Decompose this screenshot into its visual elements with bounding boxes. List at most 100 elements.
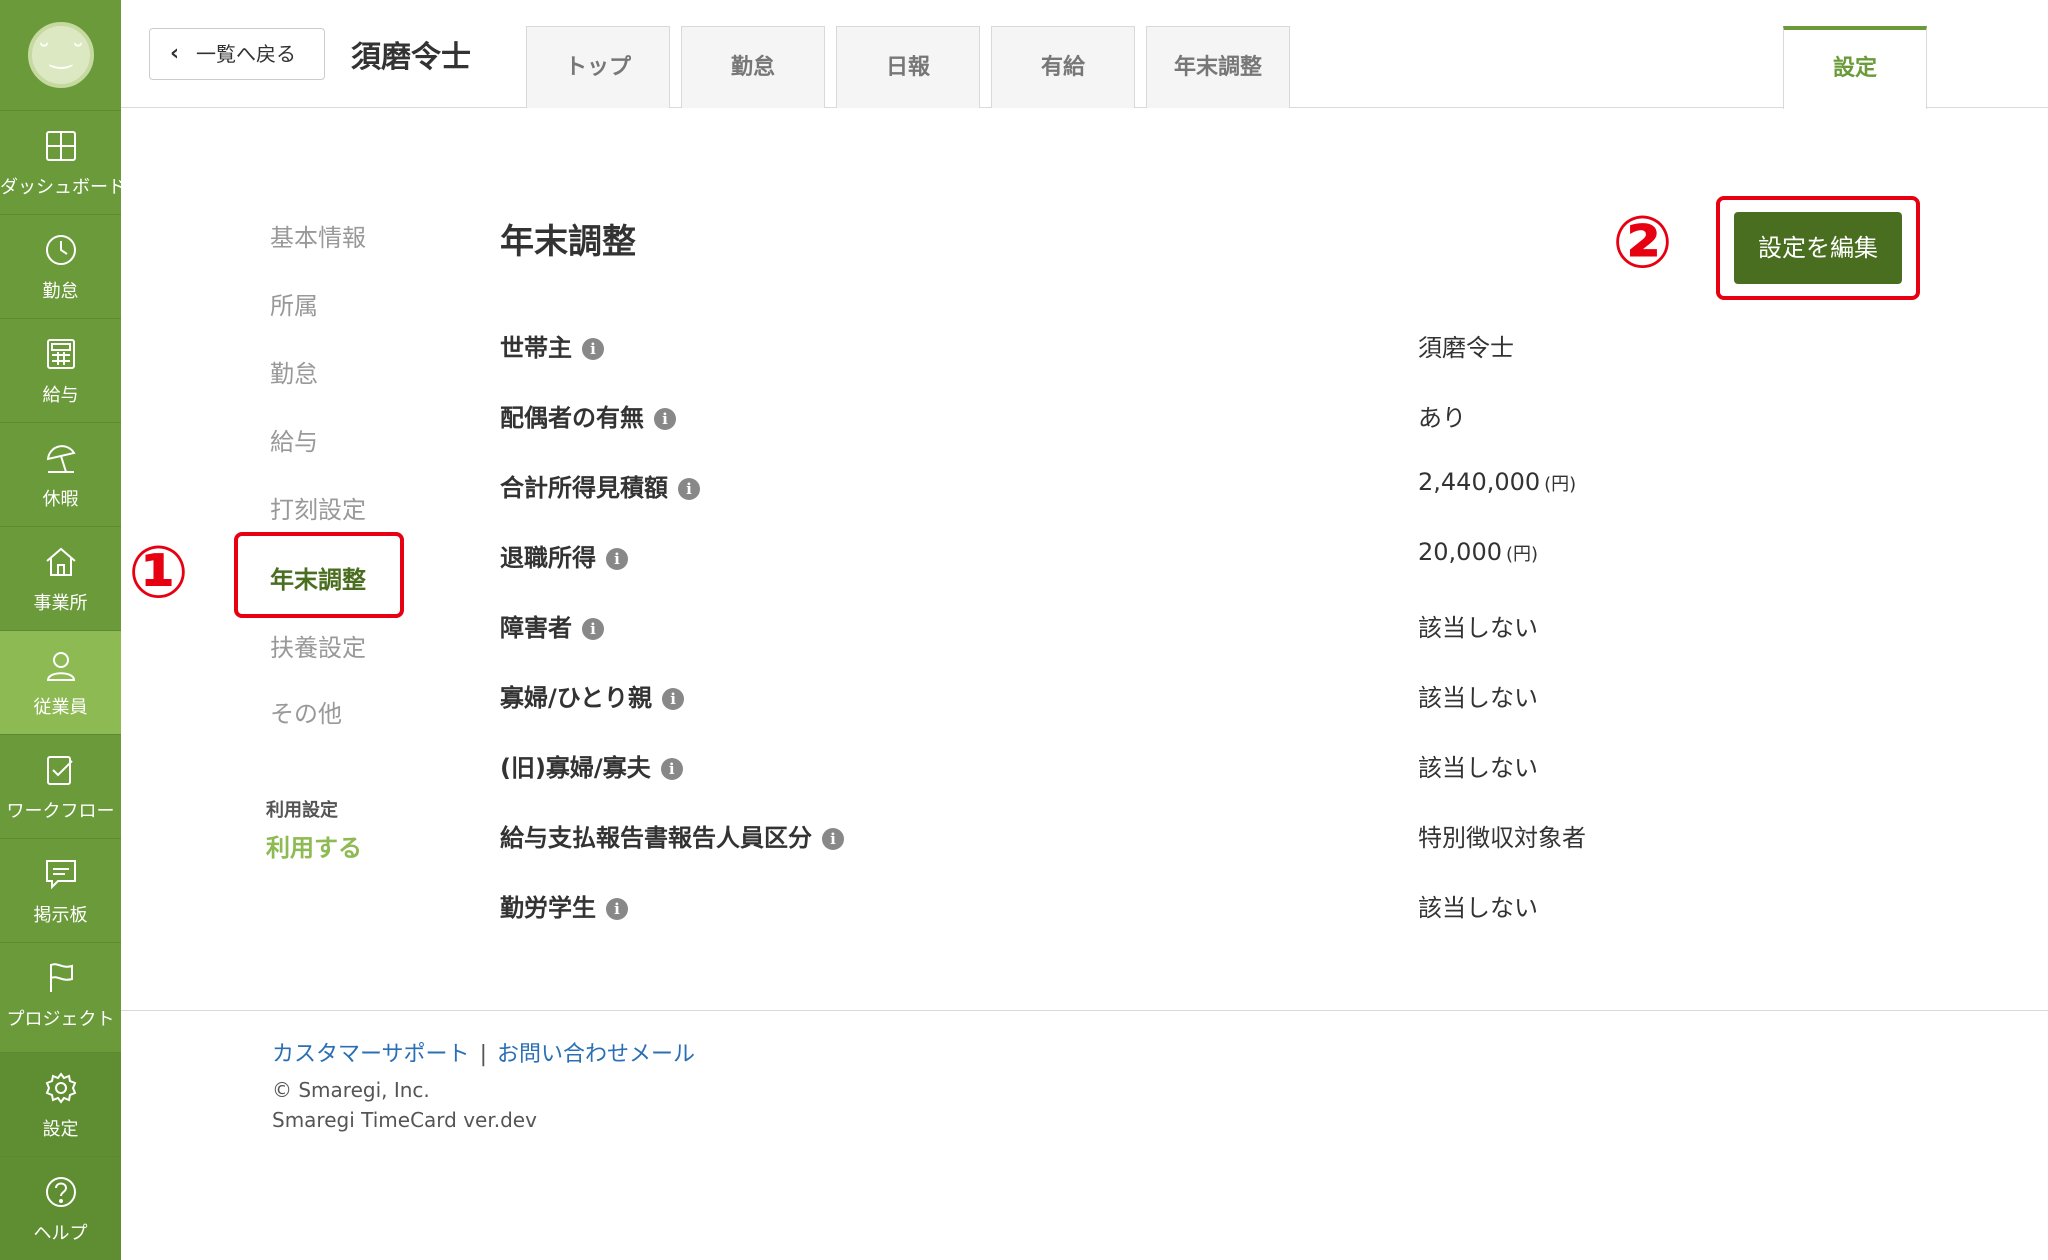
field-label-spouse: 配偶者の有無 i: [500, 398, 676, 433]
sidebar-item-label: 休暇: [42, 489, 79, 510]
currency-unit: (円): [1544, 474, 1577, 495]
row-label-text: (旧)寡婦/寡夫: [500, 754, 651, 782]
sidebar-item-office[interactable]: 事業所: [0, 526, 121, 630]
field-label-disability: 障害者 i: [500, 608, 604, 643]
field-value-widow-single-parent: 該当しない: [1418, 684, 1538, 712]
info-icon[interactable]: i: [606, 898, 628, 920]
sidebar-item-board[interactable]: 掲示板: [0, 838, 121, 942]
tab-attendance[interactable]: 勤怠: [681, 26, 825, 108]
sidebar-item-label: 従業員: [33, 697, 88, 718]
sidebar-item-label: 給与: [42, 385, 79, 406]
row-label-text: 合計所得見積額: [500, 474, 668, 502]
sidebar-item-label: 事業所: [33, 593, 88, 614]
calculator-icon: [47, 339, 75, 369]
app-version: Smaregi TimeCard ver.dev: [272, 1108, 537, 1132]
sidebar-item-leave[interactable]: 休暇: [0, 422, 121, 526]
contact-email-link[interactable]: お問い合わせメール: [497, 1042, 695, 1067]
sidebar-item-attendance[interactable]: 勤怠: [0, 214, 121, 318]
subnav-clock-settings[interactable]: 打刻設定: [270, 490, 366, 525]
subnav-basic-info[interactable]: 基本情報: [270, 218, 366, 253]
annotation-number-1: ①: [128, 530, 189, 614]
currency-unit: (円): [1505, 544, 1539, 565]
sidebar-item-label: プロジェクト: [6, 1009, 115, 1030]
sidebar-item-label: 勤怠: [42, 281, 79, 302]
field-value-old-widow: 該当しない: [1418, 754, 1538, 782]
subnav-payroll[interactable]: 給与: [270, 422, 318, 457]
field-value-spouse: あり: [1418, 404, 1466, 432]
clock-icon: [46, 235, 76, 265]
info-icon[interactable]: i: [582, 618, 604, 640]
sidebar-item-help[interactable]: ヘルプ: [0, 1156, 121, 1260]
footer-separator: |: [479, 1042, 487, 1067]
info-icon[interactable]: i: [660, 758, 683, 780]
field-label-report-category: 給与支払報告書報告人員区分 i: [500, 818, 844, 853]
back-button-label: 一覧へ戻る: [196, 42, 296, 66]
info-icon[interactable]: i: [654, 408, 676, 430]
edit-settings-button[interactable]: 設定を編集: [1734, 212, 1902, 284]
use-setting-label: 利用設定: [266, 800, 338, 821]
row-label-text: 障害者: [500, 614, 572, 642]
checklist-icon: [47, 756, 73, 785]
help-icon: [46, 1177, 76, 1207]
back-to-list-button[interactable]: ‹ 一覧へ戻る: [149, 28, 325, 80]
field-value-working-student: 該当しない: [1418, 894, 1538, 922]
sidebar-item-workflow[interactable]: ワークフロー: [0, 734, 121, 838]
beach-umbrella-icon: [46, 445, 76, 473]
header: ‹ 一覧へ戻る 須磨令士 トップ 勤怠 日報 有給 年末調整 設定: [121, 0, 2048, 109]
subnav-dependents[interactable]: 扶養設定: [270, 628, 366, 663]
row-label-text: 勤労学生: [500, 894, 596, 922]
subnav-affiliation[interactable]: 所属: [270, 286, 318, 321]
info-icon[interactable]: i: [662, 688, 685, 710]
field-value-estimated-income: 2,440,000 (円): [1418, 468, 1576, 496]
field-value-disability: 該当しない: [1418, 614, 1538, 642]
row-label-text: 寡婦/ひとり親: [500, 684, 653, 712]
tab-paid-leave[interactable]: 有給: [991, 26, 1135, 108]
field-label-estimated-income: 合計所得見積額 i: [500, 468, 700, 503]
row-label-text: 世帯主: [500, 334, 572, 362]
gear-icon: [45, 1072, 77, 1104]
app-logo[interactable]: ˘‿˘: [28, 22, 94, 88]
annotation-box-1: [234, 532, 404, 618]
sidebar: ˘‿˘ ダッシュボード 勤怠 給与 休暇 事業所 従業員 ワークフロー 掲示板 …: [0, 0, 126, 1260]
grid-icon: [46, 131, 76, 161]
page-title: 年末調整: [500, 222, 636, 262]
subnav-attendance[interactable]: 勤怠: [270, 354, 318, 389]
row-label-text: 配偶者の有無: [500, 404, 644, 432]
footer-links: カスタマーサポート | お問い合わせメール: [272, 1036, 695, 1068]
sidebar-item-project[interactable]: プロジェクト: [0, 942, 121, 1046]
field-value-head-of-household: 須磨令士: [1418, 334, 1514, 362]
sidebar-item-dashboard[interactable]: ダッシュボード: [0, 110, 126, 214]
employee-name: 須磨令士: [351, 40, 471, 75]
info-icon[interactable]: i: [582, 338, 604, 360]
field-value-report-category: 特別徴収対象者: [1418, 824, 1586, 852]
field-label-working-student: 勤労学生 i: [500, 888, 628, 923]
info-icon[interactable]: i: [606, 548, 628, 570]
row-label-text: 退職所得: [500, 544, 596, 572]
copyright: © Smaregi, Inc.: [272, 1078, 430, 1102]
sidebar-item-label: 設定: [42, 1119, 79, 1140]
row-label-text: 給与支払報告書報告人員区分: [500, 824, 812, 852]
sidebar-item-label: 掲示板: [33, 905, 88, 926]
customer-support-link[interactable]: カスタマーサポート: [272, 1042, 470, 1067]
tab-settings[interactable]: 設定: [1783, 26, 1927, 109]
sidebar-item-label: ダッシュボード: [0, 177, 126, 198]
info-icon[interactable]: i: [678, 478, 700, 500]
footer-divider: [121, 1010, 2048, 1011]
tab-daily-report[interactable]: 日報: [836, 26, 980, 108]
chat-bubble-icon: [46, 860, 76, 890]
tab-year-end-adjustment[interactable]: 年末調整: [1146, 26, 1290, 108]
tab-top[interactable]: トップ: [526, 26, 670, 108]
flag-icon: [50, 963, 73, 992]
info-icon[interactable]: i: [822, 828, 844, 850]
sidebar-item-label: ヘルプ: [33, 1223, 88, 1244]
sidebar-item-settings[interactable]: 設定: [0, 1052, 121, 1156]
income-amount: 2,440,000: [1418, 468, 1541, 496]
sidebar-item-payroll[interactable]: 給与: [0, 318, 121, 422]
sidebar-item-label: ワークフロー: [6, 801, 115, 822]
field-label-retirement-income: 退職所得 i: [500, 538, 628, 573]
smile-icon: ˘‿˘: [37, 40, 85, 70]
field-label-widow-single-parent: 寡婦/ひとり親 i: [500, 678, 685, 713]
subnav-other[interactable]: その他: [270, 694, 342, 729]
person-icon: [46, 652, 76, 681]
sidebar-item-employees[interactable]: 従業員: [0, 630, 121, 734]
